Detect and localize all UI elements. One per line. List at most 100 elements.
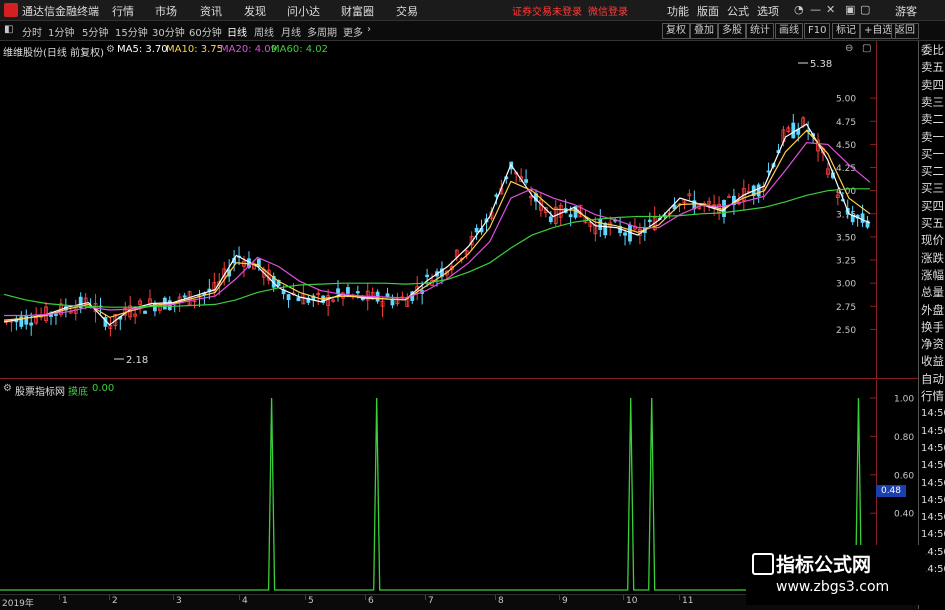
candlesticks <box>4 113 870 337</box>
sidebar-item[interactable]: 涨幅 <box>921 268 944 282</box>
sidebar-item[interactable]: 涨跌 <box>921 251 944 265</box>
site-watermark: 指标公式网 www.zbgs3.com <box>746 545 926 605</box>
sidebar-item[interactable]: 委比 <box>921 44 944 57</box>
sidebar-item[interactable]: 净资 <box>921 338 944 351</box>
period-15min[interactable]: 15分钟 <box>115 24 148 39</box>
back-button[interactable]: 返回 <box>891 23 919 39</box>
sidebar-item[interactable]: 14:50 <box>921 528 945 541</box>
draw-line-button[interactable]: 画线 <box>775 23 803 39</box>
period-5min[interactable]: 5分钟 <box>82 24 108 39</box>
period-1min[interactable]: 1分钟 <box>48 24 74 39</box>
sidebar-item[interactable]: 现价 <box>921 234 944 247</box>
sidebar-item[interactable]: 行情 <box>921 390 944 403</box>
watermark-logo-icon <box>752 553 774 575</box>
period-30min[interactable]: 30分钟 <box>152 24 185 39</box>
menu-banmian[interactable]: 版面 <box>697 3 719 19</box>
sidebar-item[interactable]: 14:50 <box>921 442 945 455</box>
price-axis-label: 3.25 <box>836 257 856 267</box>
time-axis-label: 9 <box>562 596 568 606</box>
sidebar-item[interactable]: 买一 <box>921 147 944 161</box>
fuquan-button[interactable]: 复权 <box>662 23 690 39</box>
menu-zixun[interactable]: 资讯 <box>200 3 222 19</box>
sidebar-item[interactable]: 14:50 <box>921 459 945 472</box>
menu-faxian[interactable]: 发现 <box>244 3 266 19</box>
period-fenshi[interactable]: 分时 <box>22 24 42 39</box>
period-daily[interactable]: 日线 <box>227 24 247 39</box>
stats-button[interactable]: 统计 <box>746 23 774 39</box>
lock-icon[interactable]: ▣ <box>845 3 855 16</box>
time-axis-label: 2 <box>112 596 118 606</box>
time-axis-label: 5 <box>308 596 314 606</box>
trade-login-alert[interactable]: 证券交易未登录 <box>512 3 582 18</box>
indicator-axis-label: 0.40 <box>894 510 914 520</box>
sidebar-item[interactable]: 买五 <box>921 217 944 230</box>
guest-user-label[interactable]: 游客 <box>895 3 917 19</box>
candle-body <box>860 213 865 223</box>
sidebar-item[interactable]: 自动 <box>921 372 944 386</box>
wechat-login-link[interactable]: 微信登录 <box>588 3 628 18</box>
candle-body <box>568 214 573 218</box>
period-monthly[interactable]: 月线 <box>281 24 301 39</box>
menu-xuanxiang[interactable]: 选项 <box>757 3 779 19</box>
period-more[interactable]: 更多 <box>343 24 363 39</box>
time-axis-label: 10 <box>626 596 638 606</box>
menu-wenxiaoda[interactable]: 问小达 <box>287 3 320 19</box>
sidebar-item[interactable]: 买四 <box>921 199 944 213</box>
overlay-button[interactable]: 叠加 <box>690 23 718 39</box>
chat-icon[interactable]: ◔ <box>794 3 804 16</box>
sidebar-item[interactable]: 换手 <box>921 320 944 334</box>
menu-shichang[interactable]: 市场 <box>155 3 177 19</box>
time-axis-label: 8 <box>498 596 504 606</box>
f10-button[interactable]: F10 <box>804 23 831 39</box>
minimize-icon[interactable]: — <box>810 3 821 16</box>
ma-line-ma60 <box>3 188 870 308</box>
menu-gongshi[interactable]: 公式 <box>727 3 749 19</box>
close-icon[interactable]: ✕ <box>826 3 835 16</box>
app-title: 通达信金融终端 <box>22 5 99 18</box>
chevron-right-icon[interactable]: › <box>367 24 371 35</box>
candle-body <box>791 122 796 139</box>
candle-body <box>647 219 652 222</box>
sidebar-item[interactable]: 14:50 <box>921 407 945 420</box>
menu-jiaoyi[interactable]: 交易 <box>396 3 418 19</box>
time-axis-tick <box>623 595 624 600</box>
mark-button[interactable]: 标记 <box>832 23 860 39</box>
sidebar-item[interactable]: 卖一 <box>921 130 944 144</box>
kline-chart[interactable]: 5.004.754.504.254.003.753.503.253.002.75… <box>0 41 877 378</box>
kline-chart-panel[interactable]: 5.00 4.75 4.50 4.25 4.00 3.75 3.50 3.25 3.00 2.75… <box>0 41 877 378</box>
window-icon[interactable]: ▢ <box>860 3 870 16</box>
multi-stock-button[interactable]: 多股 <box>718 23 746 39</box>
candle-body <box>494 194 499 197</box>
sidebar-item[interactable]: 14:50 <box>921 477 945 490</box>
sidebar-item[interactable]: 14:50 <box>921 425 945 438</box>
period-weekly[interactable]: 周线 <box>254 24 274 39</box>
candle-body <box>524 179 528 183</box>
watermark-title: 指标公式网 <box>776 554 872 576</box>
sidebar-item[interactable]: 外盘 <box>921 303 944 317</box>
sidebar-item[interactable]: 卖二 <box>921 113 944 126</box>
candle-body <box>598 218 603 230</box>
sidebar-item[interactable]: 买二 <box>921 165 944 178</box>
candle-body <box>756 184 761 197</box>
sidebar-item[interactable]: 收益 <box>921 355 944 368</box>
indicator-axis-label: 0.80 <box>894 433 914 443</box>
indicator-signal-line <box>0 397 876 591</box>
time-axis-tick <box>173 595 174 600</box>
menu-caifuquan[interactable]: 财富圈 <box>341 3 374 19</box>
sidebar-item[interactable]: 卖五 <box>921 61 944 74</box>
period-multi[interactable]: 多周期 <box>307 24 337 39</box>
period-60min[interactable]: 60分钟 <box>189 24 222 39</box>
sidebar-item[interactable]: 买三 <box>921 182 944 195</box>
time-axis-label: 7 <box>428 596 434 606</box>
panel-divider <box>0 378 918 379</box>
price-axis-label: 3.00 <box>836 280 856 290</box>
sidebar-item[interactable]: 卖三 <box>921 95 944 109</box>
toolbar-menu-icon[interactable]: ◧ <box>4 24 13 35</box>
sidebar-item[interactable]: 14:50 <box>921 511 945 524</box>
sidebar-item[interactable]: 卖四 <box>921 78 944 92</box>
menu-hangqing[interactable]: 行情 <box>112 3 134 19</box>
sidebar-item[interactable]: 14:50 <box>921 494 945 507</box>
time-axis-label: 6 <box>368 596 374 606</box>
sidebar-item[interactable]: 总量 <box>921 286 944 299</box>
menu-gongneng[interactable]: 功能 <box>667 3 689 19</box>
